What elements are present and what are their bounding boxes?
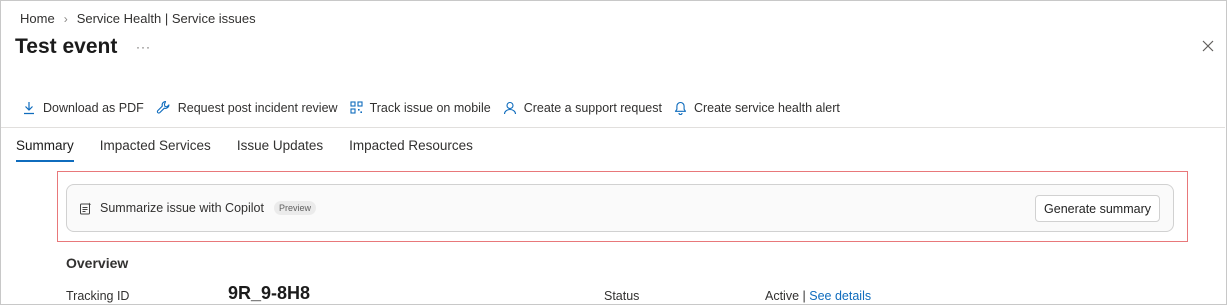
download-icon bbox=[24, 101, 34, 114]
page-title: Test event bbox=[15, 35, 118, 58]
wrench-icon bbox=[156, 100, 170, 114]
person-icon bbox=[503, 101, 516, 114]
status-value: Active bbox=[765, 289, 800, 303]
request-pir-button[interactable]: Request post incident review bbox=[156, 100, 338, 115]
breadcrumb-service-health-link[interactable]: Service Health | Service issues bbox=[77, 11, 256, 26]
status-value-group: Active | See details bbox=[765, 289, 871, 303]
track-mobile-label: Track issue on mobile bbox=[369, 100, 491, 115]
command-bar: Download as PDF Request post incident re… bbox=[22, 100, 852, 115]
copilot-summary-icon bbox=[80, 202, 92, 214]
download-pdf-button[interactable]: Download as PDF bbox=[22, 101, 144, 115]
more-options-button[interactable]: ··· bbox=[136, 40, 151, 54]
request-pir-label: Request post incident review bbox=[177, 100, 338, 115]
track-mobile-button[interactable]: Track issue on mobile bbox=[350, 101, 491, 115]
copilot-label: Summarize issue with Copilot bbox=[100, 201, 264, 215]
tab-impacted-resources[interactable]: Impacted Resources bbox=[349, 138, 473, 162]
status-label: Status bbox=[604, 289, 640, 303]
toolbar-divider bbox=[1, 127, 1225, 128]
tracking-id-label: Tracking ID bbox=[66, 289, 130, 303]
download-pdf-label: Download as PDF bbox=[43, 100, 144, 115]
breadcrumb-separator: › bbox=[63, 11, 68, 26]
close-button[interactable] bbox=[1198, 36, 1218, 56]
overview-heading: Overview bbox=[66, 255, 129, 271]
status-separator: | bbox=[799, 289, 810, 303]
tab-issue-updates[interactable]: Issue Updates bbox=[237, 138, 323, 162]
tab-summary[interactable]: Summary bbox=[16, 138, 74, 162]
tracking-id-value: 9R_9-8H8 bbox=[228, 283, 311, 303]
create-health-alert-label: Create service health alert bbox=[693, 100, 840, 115]
bell-icon bbox=[674, 101, 687, 115]
generate-summary-button[interactable]: Generate summary bbox=[1035, 195, 1160, 222]
preview-badge: Preview bbox=[273, 201, 316, 215]
qr-code-icon bbox=[350, 101, 363, 114]
tab-impacted-services[interactable]: Impacted Services bbox=[100, 138, 211, 162]
breadcrumb: Home › Service Health | Service issues bbox=[20, 11, 256, 26]
tab-list: Summary Impacted Services Issue Updates … bbox=[16, 138, 499, 162]
see-details-link[interactable]: See details bbox=[809, 289, 871, 303]
breadcrumb-home-link[interactable]: Home bbox=[20, 11, 55, 26]
close-icon bbox=[1202, 40, 1214, 52]
create-support-request-button[interactable]: Create a support request bbox=[503, 101, 662, 115]
copilot-card: Summarize issue with Copilot Preview Gen… bbox=[66, 184, 1174, 232]
copilot-label-group: Summarize issue with Copilot Preview bbox=[79, 201, 316, 215]
create-health-alert-button[interactable]: Create service health alert bbox=[674, 101, 840, 115]
create-support-request-label: Create a support request bbox=[523, 100, 662, 115]
